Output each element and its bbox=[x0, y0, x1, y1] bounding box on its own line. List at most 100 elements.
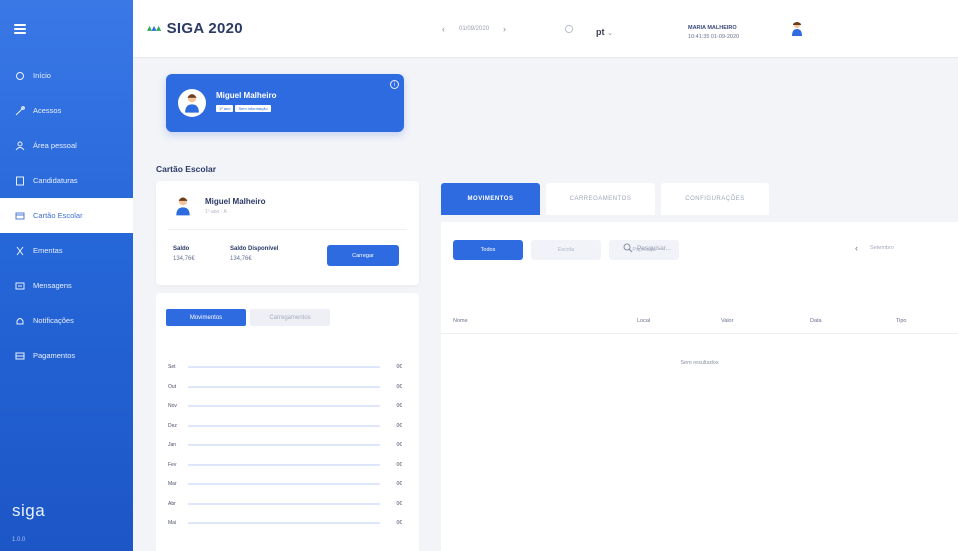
tab-movimentos[interactable]: Movimentos bbox=[166, 309, 246, 326]
brand[interactable]: ▴▴▴ SIGA 2020 bbox=[147, 20, 243, 37]
brand-logo-icon: ▴▴▴ bbox=[147, 23, 161, 34]
user-icon bbox=[15, 141, 25, 151]
user-datetime: 10:41:35 01-09-2020 bbox=[688, 34, 740, 40]
saldo-block: Saldo 134,76€ bbox=[173, 244, 195, 264]
carregar-button[interactable]: Carregar bbox=[327, 245, 399, 266]
sidebar-item-mensagens[interactable]: Mensagens bbox=[0, 268, 133, 303]
student-name: Miguel Malheiro bbox=[205, 197, 266, 206]
chart-row: Mai 0€ bbox=[168, 517, 402, 529]
sidebar-item-label: Início bbox=[33, 71, 51, 80]
language-selector[interactable]: pt ⌄ bbox=[596, 27, 613, 37]
chart-row: Fev 0€ bbox=[168, 459, 402, 471]
chart-value-label: 0€ bbox=[396, 422, 402, 429]
sidebar-header bbox=[0, 0, 133, 58]
month-pager: ‹ Setembro bbox=[855, 243, 894, 253]
chart-bar-track bbox=[188, 463, 380, 466]
chevron-down-icon: ⌄ bbox=[607, 30, 613, 37]
sidebar-item-label: Notificações bbox=[33, 316, 74, 325]
section-title: Cartão Escolar bbox=[156, 164, 216, 174]
sidebar-item-candidaturas[interactable]: Candidaturas bbox=[0, 163, 133, 198]
chart-value-label: 0€ bbox=[396, 500, 402, 507]
column-tipo[interactable]: Tipo bbox=[896, 318, 907, 324]
chart-bar-track bbox=[188, 424, 380, 427]
message-icon bbox=[15, 281, 25, 291]
column-local[interactable]: Local bbox=[637, 318, 650, 324]
column-valor[interactable]: Valor bbox=[721, 318, 733, 324]
balance-card: Miguel Malheiro 1º ano · A Saldo 134,76€… bbox=[156, 181, 419, 285]
divider bbox=[168, 229, 407, 230]
user-avatar[interactable] bbox=[788, 20, 806, 38]
tab-configuracoes[interactable]: CONFIGURAÇÕES bbox=[661, 183, 769, 215]
sidebar-logo: siga bbox=[12, 501, 46, 520]
sidebar-item-area-pessoal[interactable]: Área pessoal bbox=[0, 128, 133, 163]
document-icon bbox=[15, 176, 25, 186]
sidebar-item-ementas[interactable]: Ementas bbox=[0, 233, 133, 268]
cutlery-icon bbox=[15, 246, 25, 256]
sidebar-item-label: Ementas bbox=[33, 246, 63, 255]
saldo-disponivel-block: Saldo Disponível 134,76€ bbox=[230, 244, 278, 264]
tab-carregamentos-main[interactable]: CARREGAMENTOS bbox=[546, 183, 655, 215]
app-title: SIGA 2020 bbox=[166, 20, 243, 37]
app-version: 1.0.0 bbox=[12, 537, 26, 543]
chart-bar-track bbox=[188, 522, 380, 524]
chart-category-label: Out bbox=[168, 383, 177, 390]
sidebar: Início Acessos Área pessoal Candidaturas Car… bbox=[0, 0, 133, 551]
profile-tag: Sem informação bbox=[235, 105, 271, 112]
profile-name: Miguel Malheiro bbox=[216, 91, 277, 100]
date-value[interactable]: 01/09/2020 bbox=[455, 24, 493, 34]
date-next-icon[interactable]: › bbox=[503, 24, 506, 34]
filter-todos[interactable]: Todos bbox=[453, 240, 523, 260]
chart-value-label: 0€ bbox=[396, 442, 402, 448]
pager-month[interactable]: Setembro bbox=[870, 245, 894, 251]
chart-row: Jan 0€ bbox=[168, 439, 402, 451]
sidebar-item-inicio[interactable]: Início bbox=[0, 58, 133, 93]
chart-category-label: Mai bbox=[168, 520, 177, 526]
chart-value-label: 0€ bbox=[396, 461, 402, 468]
chart-value-label: 0€ bbox=[396, 364, 402, 370]
tab-movimentos-main[interactable]: MOVIMENTOS bbox=[441, 183, 540, 215]
profile-tags: 1º ano Sem informação bbox=[216, 105, 271, 112]
search-icon bbox=[623, 243, 633, 253]
sidebar-item-label: Candidaturas bbox=[33, 176, 78, 185]
chart-row: Abr 0€ bbox=[168, 498, 402, 510]
info-icon[interactable]: i bbox=[390, 80, 399, 89]
user-name: MARIA MALHEIRO bbox=[688, 25, 737, 31]
search-input[interactable]: Pesquisar... bbox=[623, 243, 671, 253]
sidebar-item-label: Pagamentos bbox=[33, 351, 76, 360]
profile-tag: 1º ano bbox=[216, 105, 234, 112]
date-prev-icon[interactable]: ‹ bbox=[442, 24, 445, 34]
chart-category-label: Nov bbox=[168, 403, 177, 409]
pager-prev-icon[interactable]: ‹ bbox=[855, 243, 858, 253]
hamburger-menu-icon[interactable] bbox=[14, 24, 26, 34]
column-nome[interactable]: Nome bbox=[453, 318, 468, 324]
saldo-disponivel-label: Saldo Disponível bbox=[230, 246, 279, 252]
search-placeholder: Pesquisar... bbox=[637, 244, 671, 252]
sidebar-item-acessos[interactable]: Acessos bbox=[0, 93, 133, 128]
bell-icon bbox=[15, 316, 25, 326]
monthly-chart-card: Movimentos Carregamentos Set 0€ Out 0€ Nov 0€… bbox=[156, 293, 419, 551]
notifications-bell-icon[interactable] bbox=[564, 24, 574, 34]
filter-escola[interactable]: Escola bbox=[531, 240, 601, 260]
chart-value-label: 0€ bbox=[396, 481, 402, 487]
sidebar-item-notificacoes[interactable]: Notificações bbox=[0, 303, 133, 338]
chart-row: Dez 0€ bbox=[168, 420, 402, 432]
chart-category-label: Abr bbox=[168, 500, 176, 507]
chart-category-label: Dez bbox=[168, 422, 177, 429]
empty-results-message: Sem resultados bbox=[680, 360, 719, 366]
chart-bar-track bbox=[188, 385, 380, 388]
column-data[interactable]: Data bbox=[810, 318, 822, 324]
sidebar-item-pagamentos[interactable]: Pagamentos bbox=[0, 338, 133, 373]
user-info: MARIA MALHEIRO 10:41:35 01-09-2020 bbox=[688, 24, 739, 42]
date-picker: ‹ 01/09/2020 › bbox=[442, 24, 506, 34]
top-bar: ▴▴▴ SIGA 2020 bbox=[133, 0, 958, 58]
tab-carregamentos[interactable]: Carregamentos bbox=[250, 309, 330, 326]
profile-avatar bbox=[178, 89, 206, 117]
profile-card[interactable]: Miguel Malheiro 1º ano Sem informação i bbox=[166, 74, 404, 132]
chart-value-label: 0€ bbox=[396, 403, 402, 409]
sidebar-item-label: Área pessoal bbox=[33, 141, 77, 150]
student-avatar-icon bbox=[175, 195, 191, 217]
sidebar-nav: Início Acessos Área pessoal Candidaturas Car… bbox=[0, 58, 133, 373]
movements-panel: Todos Escola Papelaria Pesquisar... ‹ Se… bbox=[441, 222, 958, 551]
sidebar-item-cartao-escolar[interactable]: Cartão Escolar bbox=[0, 198, 133, 233]
sidebar-item-label: Acessos bbox=[33, 106, 62, 115]
